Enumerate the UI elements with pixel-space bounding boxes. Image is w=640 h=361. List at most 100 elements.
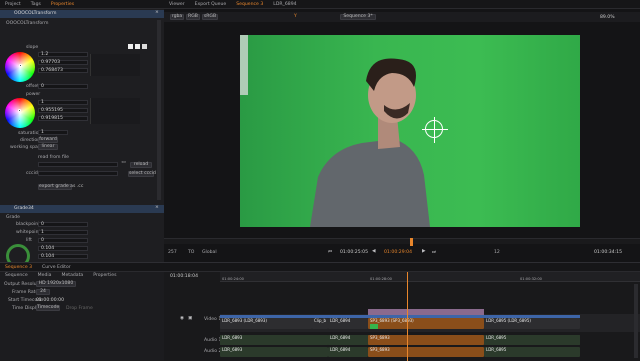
rgba-dropdown[interactable]: rgba xyxy=(170,14,184,20)
timecode-in[interactable]: 01:00:25:05 xyxy=(340,250,368,255)
reload-button[interactable]: reload xyxy=(130,162,152,168)
node1-subtitle: OOOCOLTransform xyxy=(6,21,49,26)
audio-clip-selected[interactable]: SP3_6893 xyxy=(368,335,484,345)
frame-rate-dropdown[interactable]: 24 xyxy=(36,289,50,295)
skip-back-icon[interactable]: ⏮ xyxy=(328,249,332,255)
timecode-out[interactable]: 01:00:34:15 xyxy=(594,250,622,255)
select-cccid-button[interactable]: select cccid xyxy=(128,171,156,177)
tab-properties[interactable]: Properties xyxy=(46,0,79,9)
fps-label[interactable]: 12 xyxy=(494,250,500,255)
file-path-field[interactable] xyxy=(38,162,118,167)
slope-field-1[interactable]: 1.2 xyxy=(38,52,88,57)
audio2-track-label[interactable]: Audio 2 xyxy=(204,349,221,354)
timecode-current[interactable]: 01:00:29:04 xyxy=(384,250,412,255)
tab-curve-editor[interactable]: Curve Editor xyxy=(37,263,76,272)
power-color-wheel[interactable] xyxy=(5,98,35,128)
tab-sequence-3[interactable]: Sequence 3 xyxy=(231,0,268,9)
transport-ruler[interactable] xyxy=(164,238,640,244)
video-track-label[interactable]: Video 1 xyxy=(204,317,221,322)
saturation-field[interactable]: 1 xyxy=(38,130,68,135)
audio-clip[interactable]: LDR_6895 xyxy=(484,335,580,345)
rgb-dropdown[interactable]: RGB xyxy=(186,14,200,20)
power-slider-track[interactable] xyxy=(90,98,140,124)
cccid-field[interactable] xyxy=(38,171,118,176)
tab-sequence[interactable]: Sequence xyxy=(0,272,33,280)
slope-color-wheel[interactable] xyxy=(5,52,35,82)
viewer-tabbar: Viewer Export Queue Sequence 3 LDR_6894 xyxy=(164,0,640,9)
power-field-1[interactable]: 1 xyxy=(38,100,88,105)
transform-handle[interactable] xyxy=(422,117,448,143)
timeline-timecode[interactable]: 01:00:18:04 xyxy=(170,274,198,279)
offset-field[interactable]: 0 xyxy=(38,84,88,89)
node2-header[interactable]: Grade34 × xyxy=(0,205,164,213)
video-clip-selected[interactable]: SP3_6893 (SP3_6893) xyxy=(368,318,484,329)
output-resolution-dropdown[interactable]: HD 1920x1080 xyxy=(36,281,76,287)
color-swatch-icon[interactable] xyxy=(142,44,147,49)
node1-header[interactable]: OOOCOLTransform × xyxy=(0,10,164,18)
tab-project[interactable]: Project xyxy=(0,0,26,9)
video-clip[interactable]: Clip_b xyxy=(312,318,328,329)
start-timecode-value[interactable]: 01:00:00:00 xyxy=(36,298,64,303)
viewer-image[interactable] xyxy=(240,35,580,227)
space-label[interactable]: Global xyxy=(202,250,217,255)
mode-label[interactable]: TO xyxy=(188,250,194,255)
tab-ldr-6894[interactable]: LDR_6894 xyxy=(268,0,301,9)
whitepoint-field[interactable]: 1 xyxy=(38,230,88,235)
tab-metadata[interactable]: Metadata xyxy=(56,272,88,280)
blue-bar[interactable] xyxy=(220,315,580,318)
timeline-playhead[interactable] xyxy=(407,272,408,361)
slope-field-2[interactable]: 0.97703 xyxy=(38,60,88,65)
step-back-icon[interactable]: ◀ xyxy=(372,249,376,254)
time-display-dropdown[interactable]: Timecode xyxy=(36,305,60,311)
props-tabbar: Sequence Media Metadata Properties xyxy=(0,272,164,280)
color-swatch-icon[interactable] xyxy=(128,44,133,49)
close-icon[interactable]: × xyxy=(155,205,159,210)
audio1-track-label[interactable]: Audio 1 xyxy=(204,338,221,343)
scrollbar[interactable] xyxy=(157,20,161,200)
blackpoint-field[interactable]: 0 xyxy=(38,222,88,227)
power-field-2[interactable]: 0.955195 xyxy=(38,108,88,113)
working-space-dropdown[interactable]: linear xyxy=(38,144,58,150)
tab-export-queue[interactable]: Export Queue xyxy=(190,0,232,9)
close-icon[interactable]: × xyxy=(155,10,159,15)
video-clip[interactable]: LDR_6893 (LDR_6893) xyxy=(220,318,312,329)
drop-frame-checkbox[interactable]: Drop Frame xyxy=(66,306,93,311)
eye-icon[interactable]: ◉ xyxy=(180,316,184,321)
audio-clip[interactable]: LDR_6893 xyxy=(220,347,328,357)
slope-field-3[interactable]: 0.768473 xyxy=(38,68,88,73)
lift-field-2[interactable]: 0.104 xyxy=(38,246,88,251)
start-frame[interactable]: 257 xyxy=(168,250,177,255)
slope-label: slope xyxy=(26,45,39,50)
colorspace-dropdown[interactable]: sRGB xyxy=(202,14,218,20)
lock-icon[interactable]: ▣ xyxy=(188,316,192,321)
lift-field[interactable]: 0 xyxy=(38,238,88,243)
slope-slider-track[interactable] xyxy=(90,54,140,76)
tab-media[interactable]: Media xyxy=(33,272,57,280)
audio-clip[interactable]: LDR_6895 xyxy=(484,347,580,357)
video-clip[interactable]: LDR_6895 (LDR_6895) xyxy=(484,318,580,329)
lift-field-3[interactable]: 0.104 xyxy=(38,254,88,259)
node2-subtitle: Grade xyxy=(6,215,21,220)
zoom-level[interactable]: 89.0% xyxy=(600,15,615,20)
audio-clip[interactable]: LDR_6894 xyxy=(328,335,368,345)
sequence-dropdown[interactable]: Sequence 3* xyxy=(340,14,376,20)
audio-clip[interactable]: LDR_6893 xyxy=(220,335,328,345)
tab-viewer[interactable]: Viewer xyxy=(164,0,190,9)
tab-tags[interactable]: Tags xyxy=(26,0,46,9)
export-grade-button[interactable]: export grade as .cc xyxy=(38,184,83,190)
skip-forward-icon[interactable]: ⏭ xyxy=(432,249,436,255)
timeline-ruler[interactable]: 01:00:24:00 01:00:28:00 01:00:32:00 xyxy=(220,272,640,282)
audio-clip-selected[interactable]: SP3_6893 xyxy=(368,347,484,357)
play-icon[interactable]: ▶ xyxy=(422,249,426,254)
direction-dropdown[interactable]: forward xyxy=(38,137,58,143)
tab-sequence-3-bottom[interactable]: Sequence 3 xyxy=(0,263,37,272)
audio-clip[interactable]: LDR_6894 xyxy=(328,347,368,357)
power-field-3[interactable]: 0.919815 xyxy=(38,116,88,121)
timeline-scrollbar[interactable] xyxy=(634,284,638,358)
folder-icon[interactable]: ▭ xyxy=(120,160,127,165)
video-clip[interactable]: LDR_6894 xyxy=(328,318,368,329)
playhead-marker[interactable] xyxy=(410,238,413,246)
lift-label: lift xyxy=(26,238,32,243)
tab-seq-properties[interactable]: Properties xyxy=(88,272,121,280)
color-swatch-icon[interactable] xyxy=(135,44,140,49)
